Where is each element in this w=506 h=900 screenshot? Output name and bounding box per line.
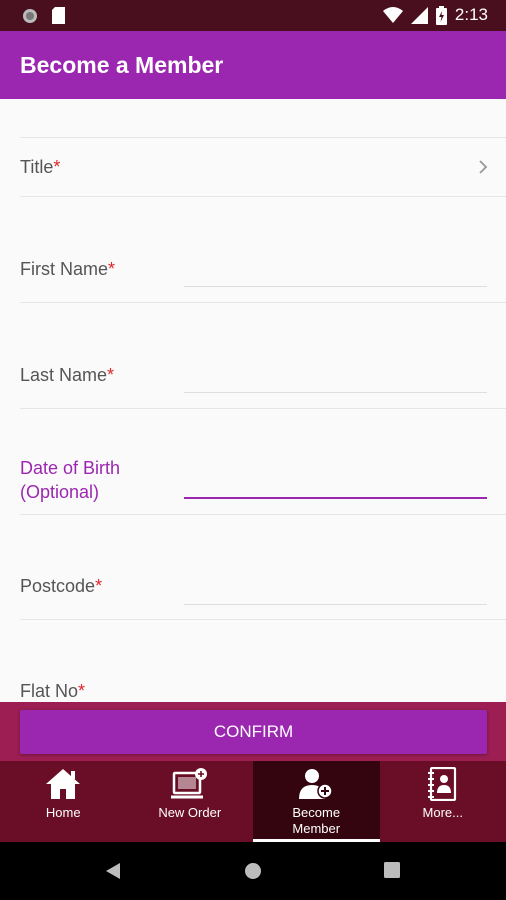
nav-item-become-member[interactable]: Become Member	[253, 761, 380, 842]
dob-label: Date of Birth (Optional)	[20, 456, 120, 504]
first-name-label-text: First Name	[20, 259, 109, 279]
required-mark: *	[78, 681, 86, 701]
first-name-underline	[184, 286, 487, 287]
battery-icon	[435, 5, 447, 25]
last-name-input[interactable]	[184, 361, 487, 391]
divider	[20, 619, 506, 620]
screen: 2:13 Become a Member Title* First Name* …	[0, 0, 506, 900]
wifi-icon	[382, 7, 403, 23]
flat-no-label: Flat No*	[20, 679, 85, 702]
chevron-right-icon	[479, 160, 488, 174]
last-name-underline	[184, 392, 487, 393]
first-name-label: First Name*	[20, 257, 115, 281]
nav-label-become-member-line1: Become	[292, 805, 341, 820]
status-time: 2:13	[454, 5, 488, 24]
nav-item-new-order[interactable]: New Order	[127, 761, 254, 842]
confirm-area: CONFIRM	[0, 702, 506, 761]
postcode-label-text: Postcode	[20, 576, 96, 596]
nav-label-become-member-line2: Member	[292, 821, 341, 836]
dob-label-line2: (Optional)	[20, 482, 100, 502]
sd-card-icon	[52, 7, 65, 24]
postcode-input[interactable]	[184, 573, 487, 603]
divider	[20, 302, 506, 303]
last-name-label-text: Last Name	[20, 365, 108, 385]
required-mark: *	[53, 157, 61, 177]
notification-circle-icon	[23, 8, 37, 23]
status-left-icons	[22, 7, 65, 24]
new-order-icon	[170, 768, 207, 799]
more-icon	[427, 767, 456, 801]
status-right-icons: 2:13	[382, 5, 488, 25]
bottom-nav: Home New Order Become Member More...	[0, 761, 506, 842]
required-mark: *	[107, 365, 115, 385]
divider	[20, 514, 506, 515]
flat-no-input[interactable]	[184, 677, 487, 702]
dob-label-line1: Date of Birth	[20, 458, 121, 478]
postcode-underline	[184, 604, 487, 605]
dob-underline	[184, 497, 487, 499]
nav-label-new-order: New Order	[158, 805, 222, 820]
nav-label-home: Home	[45, 805, 81, 820]
status-bar: 2:13	[0, 0, 506, 31]
nav-item-home[interactable]: Home	[0, 761, 127, 842]
system-navigation-bar	[0, 842, 506, 900]
signal-icon	[410, 6, 428, 24]
divider	[20, 196, 506, 197]
nav-item-more[interactable]: More...	[380, 761, 506, 842]
confirm-button[interactable]: CONFIRM	[20, 710, 487, 754]
back-icon[interactable]	[104, 862, 122, 880]
home-circle-icon[interactable]	[244, 862, 262, 880]
home-icon	[46, 769, 81, 799]
member-form: Title* First Name* Last Name* Date of Bi…	[0, 99, 506, 702]
title-label-text: Title	[20, 157, 54, 177]
page-title: Become a Member	[20, 52, 224, 78]
nav-label-more: More...	[422, 805, 463, 820]
nav-label-become-member: Become Member	[253, 805, 380, 837]
required-mark: *	[108, 259, 116, 279]
first-name-input[interactable]	[184, 255, 487, 285]
required-mark: *	[95, 576, 103, 596]
title-select-row[interactable]: Title*	[0, 138, 506, 196]
divider	[20, 408, 506, 409]
title-label: Title*	[20, 155, 60, 179]
app-bar: Become a Member	[0, 31, 506, 99]
flat-no-label-text: Flat No	[20, 681, 79, 701]
postcode-label: Postcode*	[20, 574, 102, 598]
recents-icon[interactable]	[384, 862, 400, 878]
last-name-label: Last Name*	[20, 363, 114, 387]
add-member-icon	[299, 769, 333, 799]
dob-input[interactable]	[184, 465, 487, 495]
